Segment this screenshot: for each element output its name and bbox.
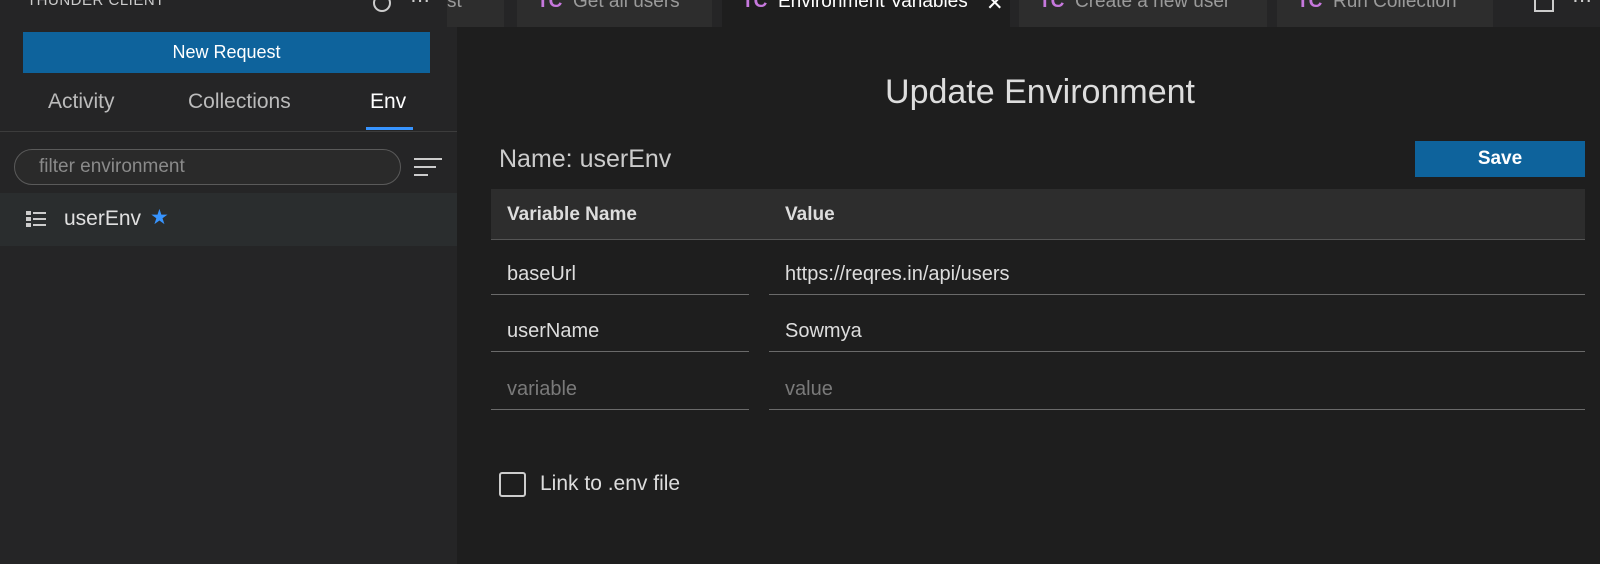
editor-tab-bar: st TC Get all users TC Environment Varia… [447, 0, 1600, 27]
sidebar-tabs: Activity Collections Env [0, 80, 457, 132]
editor-tab-create-new-user[interactable]: TC Create a new user [1019, 0, 1267, 27]
variable-value-input[interactable] [769, 255, 1585, 295]
split-editor-icon[interactable] [1534, 0, 1554, 12]
update-environment-panel: Update Environment Name: userEnv Save Va… [457, 27, 1600, 564]
variable-name-input[interactable] [491, 312, 749, 352]
filter-environment-input[interactable] [14, 149, 401, 185]
star-icon[interactable]: ★ [150, 205, 169, 230]
more-actions-icon[interactable]: ⋯ [410, 0, 430, 13]
save-button[interactable]: Save [1415, 141, 1585, 177]
tc-icon: TC [1297, 0, 1323, 12]
tab-env[interactable]: Env [370, 90, 406, 114]
editor-tab-label: Get all users [573, 0, 680, 12]
editor-tab-label: Create a new user [1075, 0, 1231, 12]
editor-tab-label: Run Collection [1333, 0, 1457, 12]
new-request-button[interactable]: New Request [23, 32, 430, 73]
column-header-value: Value [785, 204, 835, 225]
editor-tab-label: st [447, 0, 462, 12]
new-variable-value-input[interactable] [769, 370, 1585, 410]
environment-list-icon [26, 211, 46, 227]
tc-icon: TC [1039, 0, 1065, 12]
sidebar: THUNDER CLIENT ⋯ New Request Activity Co… [0, 0, 457, 564]
editor-tab-label: Environment Variables [778, 0, 968, 12]
column-header-variable-name: Variable Name [507, 204, 637, 225]
editor-tab-run-collection[interactable]: TC Run Collection [1277, 0, 1493, 27]
tab-activity[interactable]: Activity [48, 90, 115, 114]
editor-tab-get-all-users[interactable]: TC Get all users [517, 0, 712, 27]
sort-icon[interactable] [414, 157, 442, 177]
link-env-label[interactable]: Link to .env file [540, 472, 680, 496]
editor-tab-environment-variables[interactable]: TC Environment Variables ✕ [722, 0, 1010, 27]
variable-value-input[interactable] [769, 312, 1585, 352]
tc-icon: TC [742, 0, 768, 12]
table-header: Variable Name Value [491, 189, 1585, 240]
new-variable-name-input[interactable] [491, 370, 749, 410]
more-actions-icon[interactable]: ⋯ [1572, 0, 1592, 13]
env-list-item[interactable]: userEnv ★ [0, 193, 457, 246]
active-tab-indicator [366, 127, 413, 130]
page-title: Update Environment [885, 73, 1195, 111]
environment-name-label: Name: userEnv [499, 145, 672, 173]
close-icon[interactable]: ✕ [986, 0, 1004, 16]
editor-tab[interactable]: st [447, 0, 504, 27]
tc-icon: TC [537, 0, 563, 12]
link-env-checkbox[interactable] [499, 472, 526, 497]
variable-name-input[interactable] [491, 255, 749, 295]
env-name: userEnv [64, 207, 142, 230]
sidebar-header-title: THUNDER CLIENT [27, 0, 165, 9]
refresh-icon[interactable] [373, 0, 391, 12]
tab-collections[interactable]: Collections [188, 90, 291, 114]
